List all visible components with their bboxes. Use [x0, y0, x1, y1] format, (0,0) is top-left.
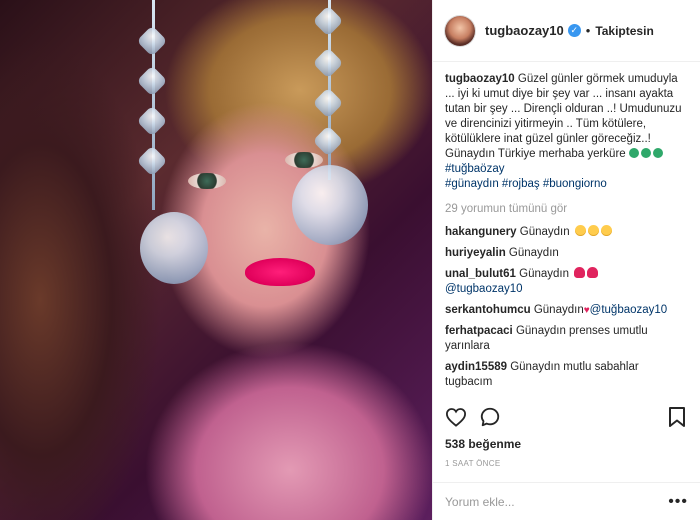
comment: serkantohumcu Günaydın♥@tuğbaozay10	[445, 303, 688, 318]
green-circle-emoji	[652, 148, 663, 158]
post-header: tugbaozay10 ✓ • Takiptesin	[433, 0, 700, 62]
comment-username[interactable]: serkantohumcu	[445, 304, 531, 316]
add-comment-bar: •••	[433, 482, 700, 520]
hashtag-link[interactable]: #günaydın	[445, 178, 499, 190]
hashtag-link[interactable]: #rojbaş	[502, 178, 540, 190]
avatar[interactable]	[445, 15, 475, 46]
comment: hakangunery Günaydın	[445, 225, 688, 240]
comments-list[interactable]: tugbaozay10 Güzel günler görmek umuduyla…	[445, 72, 688, 408]
author-username[interactable]: tugbaozay10	[485, 23, 564, 38]
smiley-emoji	[574, 225, 586, 236]
comment: aydin15589 Günaydın mutlu sabahlar tugba…	[445, 360, 688, 390]
crystal-bead	[312, 5, 344, 37]
post-image[interactable]	[0, 0, 432, 520]
comment-text: Günaydın	[508, 247, 559, 259]
lips	[245, 258, 315, 286]
mention-link[interactable]: @tugbaozay10	[445, 283, 523, 295]
more-options-icon[interactable]: •••	[668, 493, 688, 510]
separator-dot: •	[585, 23, 591, 38]
verified-badge-icon: ✓	[567, 24, 581, 37]
caption-username[interactable]: tugbaozay10	[445, 73, 515, 85]
comment: unal_bulut61 Günaydın @tugbaozay10	[445, 267, 688, 297]
crystal-pendant	[140, 212, 208, 284]
comment-text: Günaydın	[519, 268, 570, 280]
smiley-emoji	[587, 225, 599, 236]
comment-text: Günaydın	[533, 304, 584, 316]
eye	[285, 152, 323, 168]
follow-status-button[interactable]: Takiptesin	[595, 24, 653, 38]
post-actions-bar	[445, 404, 688, 430]
crystal-bead	[136, 105, 168, 137]
comment-username[interactable]: hakangunery	[445, 226, 517, 238]
bookmark-icon[interactable]	[666, 406, 688, 428]
comment-input[interactable]	[445, 494, 645, 509]
comment: huriyeyalin Günaydın	[445, 246, 688, 261]
heart-icon[interactable]	[445, 406, 467, 428]
caption-text: Güzel günler görmek umuduyla ... iyi ki …	[445, 73, 682, 160]
comment-username[interactable]: ferhatpacaci	[445, 325, 513, 337]
comment-username[interactable]: unal_bulut61	[445, 268, 516, 280]
likes-count[interactable]: 538 beğenme	[445, 437, 521, 451]
post-side-panel: tugbaozay10 ✓ • Takiptesin tugbaozay10 G…	[432, 0, 700, 520]
green-circle-emoji	[628, 148, 639, 158]
eye	[188, 173, 226, 189]
post-timestamp: 1 SAAT ÖNCE	[445, 459, 501, 468]
crystal-bead	[136, 25, 168, 57]
smiley-emoji	[600, 225, 612, 236]
hashtag-link[interactable]: #buongiorno	[543, 178, 607, 190]
comment: ferhatpacaci Günaydın prenses umutlu yar…	[445, 324, 688, 354]
hashtag-link[interactable]: #tuğbaözay	[445, 163, 504, 175]
crystal-bead	[136, 65, 168, 97]
post-caption: tugbaozay10 Güzel günler görmek umuduyla…	[445, 72, 688, 192]
crystal-bead	[312, 47, 344, 79]
comment-username[interactable]: huriyeyalin	[445, 247, 506, 259]
crystal-bead	[136, 145, 168, 177]
green-circle-emoji	[640, 148, 651, 158]
comment-username[interactable]: aydin15589	[445, 361, 507, 373]
tulip-emoji	[587, 267, 599, 278]
mention-link[interactable]: @tuğbaozay10	[590, 304, 668, 316]
crystal-bead	[312, 125, 344, 157]
comment-bubble-icon[interactable]	[479, 406, 501, 428]
crystal-bead	[312, 87, 344, 119]
comment-text: Günaydın	[519, 226, 570, 238]
view-all-comments-link[interactable]: 29 yorumun tümünü gör	[445, 202, 688, 217]
tulip-emoji	[574, 267, 586, 278]
crystal-pendant	[292, 165, 368, 245]
